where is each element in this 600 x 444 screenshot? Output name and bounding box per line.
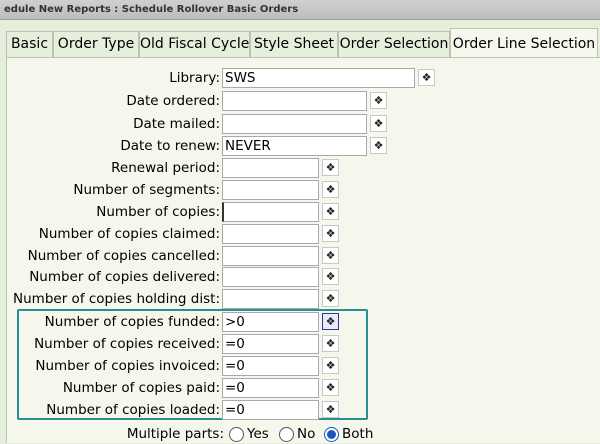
num-copies-delivered-picker-gear-icon[interactable]: ❖ — [322, 268, 339, 285]
num-copies-loaded-picker-gear-icon[interactable]: ❖ — [322, 401, 339, 418]
num-copies-loaded-label: Number of copies loaded: — [46, 402, 220, 418]
date-to-renew-picker-gear-icon[interactable]: ❖ — [370, 137, 387, 154]
num-segments-picker-gear-icon[interactable]: ❖ — [322, 181, 339, 198]
library-picker-gear-icon[interactable]: ❖ — [418, 69, 435, 86]
num-copies-holding-dist-picker-gear-icon[interactable]: ❖ — [322, 290, 339, 307]
date-ordered-picker-gear-icon[interactable]: ❖ — [370, 92, 387, 109]
date-ordered-input[interactable] — [222, 91, 367, 111]
num-copies-invoiced-label: Number of copies invoiced: — [35, 358, 220, 374]
date-ordered-label: Date ordered: — [126, 93, 220, 109]
tab-order-type[interactable]: Order Type — [53, 31, 139, 57]
date-mailed-row: Date mailed: — [0, 114, 220, 134]
num-copies-invoiced-row: Number of copies invoiced: — [0, 356, 220, 376]
tab-order-line-selection[interactable]: Order Line Selection — [450, 28, 598, 57]
num-copies-invoiced-picker-gear-icon[interactable]: ❖ — [322, 357, 339, 374]
num-copies-loaded-input[interactable]: =0 — [222, 400, 319, 420]
num-copies-label: Number of copies: — [96, 204, 220, 220]
num-copies-paid-label: Number of copies paid: — [62, 380, 220, 396]
num-segments-input[interactable] — [222, 180, 319, 200]
num-copies-delivered-row: Number of copies delivered: — [0, 267, 220, 287]
renewal-period-row: Renewal period: — [0, 158, 220, 178]
num-copies-cancelled-label: Number of copies cancelled: — [27, 248, 220, 264]
radio-unchecked-icon — [229, 427, 244, 442]
date-to-renew-row: Date to renew: — [0, 136, 220, 156]
window-title: edule New Reports : Schedule Rollover Ba… — [0, 0, 600, 20]
renewal-period-picker-gear-icon[interactable]: ❖ — [322, 159, 339, 176]
num-copies-claimed-picker-gear-icon[interactable]: ❖ — [322, 225, 339, 242]
multiple-parts-label: Multiple parts: — [126, 426, 224, 442]
multiple-parts-both-label: Both — [342, 426, 374, 442]
num-segments-row: Number of segments: — [0, 180, 220, 200]
multiple-parts-no-label: No — [297, 426, 316, 442]
library-label: Library: — [169, 70, 220, 86]
num-copies-funded-row: Number of copies funded: — [0, 312, 220, 332]
num-copies-delivered-label: Number of copies delivered: — [29, 269, 220, 285]
date-mailed-input[interactable] — [222, 114, 367, 134]
num-copies-received-picker-gear-icon[interactable]: ❖ — [322, 335, 339, 352]
num-segments-label: Number of segments: — [73, 182, 220, 198]
library-input[interactable]: SWS — [222, 68, 415, 88]
radio-checked-icon — [324, 427, 339, 442]
num-copies-holding-dist-label: Number of copies holding dist: — [13, 291, 220, 307]
num-copies-paid-row: Number of copies paid: — [0, 378, 220, 398]
tab-old-fiscal-cycle[interactable]: Old Fiscal Cycle — [139, 31, 250, 57]
num-copies-received-row: Number of copies received: — [0, 334, 220, 354]
tab-basic[interactable]: Basic — [6, 31, 53, 57]
num-copies-holding-dist-input[interactable] — [222, 289, 319, 309]
date-ordered-row: Date ordered: — [0, 91, 220, 111]
num-copies-claimed-row: Number of copies claimed: — [0, 224, 220, 244]
num-copies-invoiced-input[interactable]: =0 — [222, 356, 319, 376]
num-copies-cancelled-picker-gear-icon[interactable]: ❖ — [322, 247, 339, 264]
num-copies-cancelled-row: Number of copies cancelled: — [0, 246, 220, 266]
num-copies-picker-gear-icon[interactable]: ❖ — [322, 203, 339, 220]
multiple-parts-yes-label: Yes — [247, 426, 269, 442]
num-copies-funded-picker-gear-icon[interactable]: ❖ — [322, 313, 339, 330]
date-mailed-label: Date mailed: — [133, 116, 220, 132]
multiple-parts-row: Multiple parts: — [0, 424, 224, 444]
num-copies-cancelled-input[interactable] — [222, 246, 319, 266]
renewal-period-label: Renewal period: — [111, 160, 220, 176]
num-copies-funded-input[interactable]: >0 — [222, 312, 319, 332]
num-copies-row: Number of copies: — [0, 202, 220, 222]
num-copies-received-label: Number of copies received: — [34, 336, 220, 352]
num-copies-paid-input[interactable]: =0 — [222, 378, 319, 398]
num-copies-input[interactable] — [222, 202, 319, 222]
num-copies-loaded-row: Number of copies loaded: — [0, 400, 220, 420]
radio-unchecked-icon — [279, 427, 294, 442]
date-to-renew-label: Date to renew: — [120, 138, 220, 154]
tab-strip: Basic Order Type Old Fiscal Cycle Style … — [0, 28, 600, 57]
num-copies-delivered-input[interactable] — [222, 267, 319, 287]
num-copies-holding-dist-row: Number of copies holding dist: — [0, 289, 220, 309]
date-mailed-picker-gear-icon[interactable]: ❖ — [370, 115, 387, 132]
num-copies-funded-label: Number of copies funded: — [44, 314, 220, 330]
num-copies-paid-picker-gear-icon[interactable]: ❖ — [322, 379, 339, 396]
library-row: Library: — [0, 68, 220, 88]
renewal-period-input[interactable] — [222, 158, 319, 178]
date-to-renew-input[interactable]: NEVER — [222, 136, 367, 156]
num-copies-claimed-label: Number of copies claimed: — [38, 226, 220, 242]
num-copies-received-input[interactable]: =0 — [222, 334, 319, 354]
tab-order-selection[interactable]: Order Selection — [338, 31, 450, 57]
tab-style-sheet[interactable]: Style Sheet — [250, 31, 338, 57]
num-copies-claimed-input[interactable] — [222, 224, 319, 244]
